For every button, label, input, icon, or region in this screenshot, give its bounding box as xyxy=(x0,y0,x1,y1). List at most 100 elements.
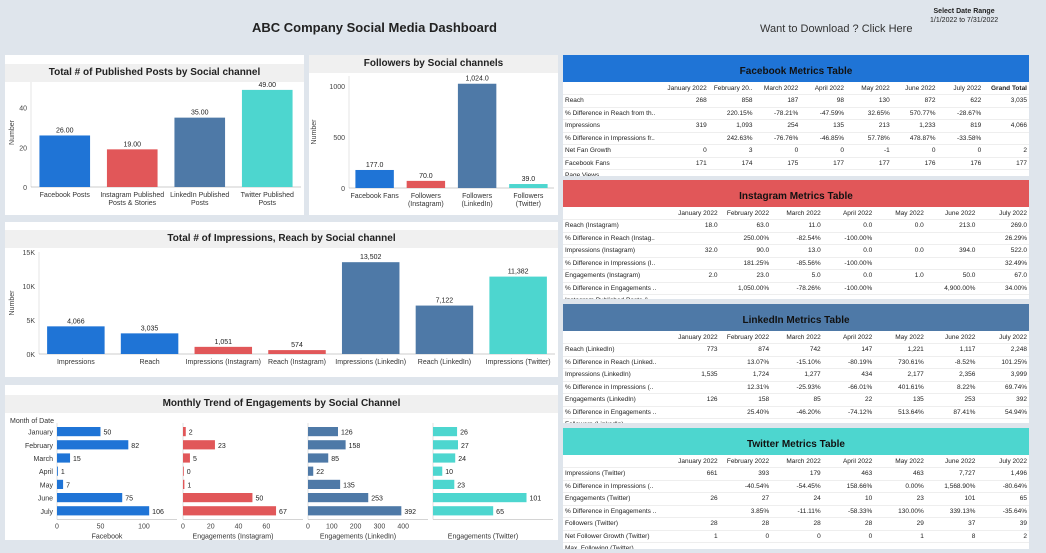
table-cell: 27 xyxy=(719,492,772,506)
column-header[interactable]: April 2022 xyxy=(822,455,875,468)
column-header[interactable]: April 2022 xyxy=(800,82,846,95)
bar-value-label: 1,051 xyxy=(215,339,233,346)
trend-bar[interactable] xyxy=(183,506,277,516)
trend-bar[interactable] xyxy=(433,466,443,476)
trend-bar[interactable] xyxy=(183,440,215,450)
trend-bar[interactable] xyxy=(308,440,346,450)
table-cell: 25.40% xyxy=(719,406,772,419)
bar[interactable] xyxy=(268,350,326,354)
trend-bar[interactable] xyxy=(308,506,402,516)
trend-bar[interactable] xyxy=(433,479,455,489)
trend-bar[interactable] xyxy=(433,453,456,463)
bar[interactable] xyxy=(457,83,497,188)
table-cell: 67.0 xyxy=(977,269,1029,283)
table-cell xyxy=(822,542,875,549)
table-cell: 0 xyxy=(822,530,875,543)
column-header[interactable]: January 2022 xyxy=(663,82,709,95)
trend-bar[interactable] xyxy=(183,466,184,476)
date-range-filter[interactable]: Select Date Range 1/1/2022 to 7/31/2022 xyxy=(930,7,998,25)
column-header[interactable]: April 2022 xyxy=(822,331,875,344)
trend-bar[interactable] xyxy=(433,427,458,437)
bar[interactable] xyxy=(341,262,400,354)
column-header[interactable]: January 2022 xyxy=(668,455,720,468)
trend-value-label: 392 xyxy=(404,509,416,516)
trend-bar[interactable] xyxy=(57,493,123,503)
column-header[interactable]: May 2022 xyxy=(874,331,926,344)
column-header[interactable]: May 2022 xyxy=(874,455,926,468)
column-header[interactable]: March 2022 xyxy=(754,82,801,95)
trend-bar[interactable] xyxy=(308,493,369,503)
column-header[interactable]: June 2022 xyxy=(925,455,978,468)
trend-bar[interactable] xyxy=(433,440,458,450)
table-cell xyxy=(874,542,926,549)
trend-bar[interactable] xyxy=(183,427,186,437)
trend-bar[interactable] xyxy=(308,453,329,463)
column-header[interactable]: February 2022 xyxy=(719,331,772,344)
column-header[interactable]: March 2022 xyxy=(771,331,823,344)
bar[interactable] xyxy=(106,149,158,187)
trend-bar[interactable] xyxy=(433,506,494,516)
series-axis-label: Engagements (Instagram) xyxy=(193,533,274,540)
bar[interactable] xyxy=(489,276,547,354)
column-header[interactable]: May 2022 xyxy=(846,82,892,95)
trend-bar[interactable] xyxy=(308,427,338,437)
trend-bar[interactable] xyxy=(57,479,64,489)
trend-bar[interactable] xyxy=(57,466,58,476)
bar[interactable] xyxy=(194,346,253,354)
bar[interactable] xyxy=(415,305,474,354)
trend-value-label: 5 xyxy=(193,456,197,463)
trend-bar[interactable] xyxy=(183,453,190,463)
column-header[interactable] xyxy=(563,207,668,220)
column-header[interactable]: April 2022 xyxy=(822,207,875,220)
column-header[interactable]: July 2022 xyxy=(937,82,984,95)
trend-bar[interactable] xyxy=(57,440,129,450)
download-link[interactable]: Want to Download ? Click Here xyxy=(760,23,912,35)
bar[interactable] xyxy=(241,89,293,187)
column-header[interactable]: June 2022 xyxy=(925,207,978,220)
table-cell: 401.61% xyxy=(874,381,926,394)
row-label: Engagements (Instagram) xyxy=(563,269,668,283)
trend-bar[interactable] xyxy=(57,427,101,437)
column-header[interactable]: July 2022 xyxy=(977,331,1029,344)
column-header[interactable]: February 20.. xyxy=(708,82,755,95)
table-row: Impressions (LinkedIn) 1,535 1,724 1,277 434… xyxy=(563,368,1029,382)
trend-value-label: 158 xyxy=(349,443,361,450)
column-header[interactable]: July 2022 xyxy=(977,207,1029,220)
column-header[interactable]: June 2022 xyxy=(925,331,978,344)
column-header[interactable]: February 2022 xyxy=(719,207,772,220)
column-header[interactable] xyxy=(563,331,668,344)
trend-bar[interactable] xyxy=(183,493,253,503)
column-header[interactable]: January 2022 xyxy=(668,331,720,344)
column-header[interactable]: Grand Total xyxy=(983,82,1029,95)
bar[interactable] xyxy=(174,117,226,187)
column-header[interactable] xyxy=(563,455,668,468)
column-header[interactable]: July 2022 xyxy=(977,455,1029,468)
column-header[interactable]: March 2022 xyxy=(771,207,823,220)
trend-value-label: 50 xyxy=(255,496,263,503)
bar[interactable] xyxy=(47,326,105,354)
trend-bar[interactable] xyxy=(183,479,185,489)
column-header[interactable]: March 2022 xyxy=(771,455,823,468)
date-range-label: Select Date Range xyxy=(933,8,995,15)
trend-bar[interactable] xyxy=(57,453,71,463)
bar[interactable] xyxy=(355,169,394,188)
table-cell: 177 xyxy=(846,157,892,170)
column-header[interactable]: May 2022 xyxy=(874,207,926,220)
trend-bar[interactable] xyxy=(308,466,314,476)
column-header[interactable]: February 2022 xyxy=(719,455,772,468)
trend-bar[interactable] xyxy=(57,506,150,516)
trend-bar[interactable] xyxy=(308,479,341,489)
table-cell: 8.22% xyxy=(925,381,978,394)
table-cell: 171 xyxy=(663,157,709,170)
bar[interactable] xyxy=(39,135,91,187)
trend-value-label: 75 xyxy=(125,496,133,503)
bar[interactable] xyxy=(406,180,446,188)
table-cell: 1,724 xyxy=(719,368,772,382)
bar[interactable] xyxy=(509,184,548,188)
column-header[interactable]: June 2022 xyxy=(891,82,938,95)
table-row: Engagements (Twitter) 26 27 24 10 23 101 65 xyxy=(563,492,1029,506)
trend-bar[interactable] xyxy=(433,493,527,503)
column-header[interactable] xyxy=(563,82,663,95)
column-header[interactable]: January 2022 xyxy=(668,207,720,220)
bar[interactable] xyxy=(120,333,179,354)
